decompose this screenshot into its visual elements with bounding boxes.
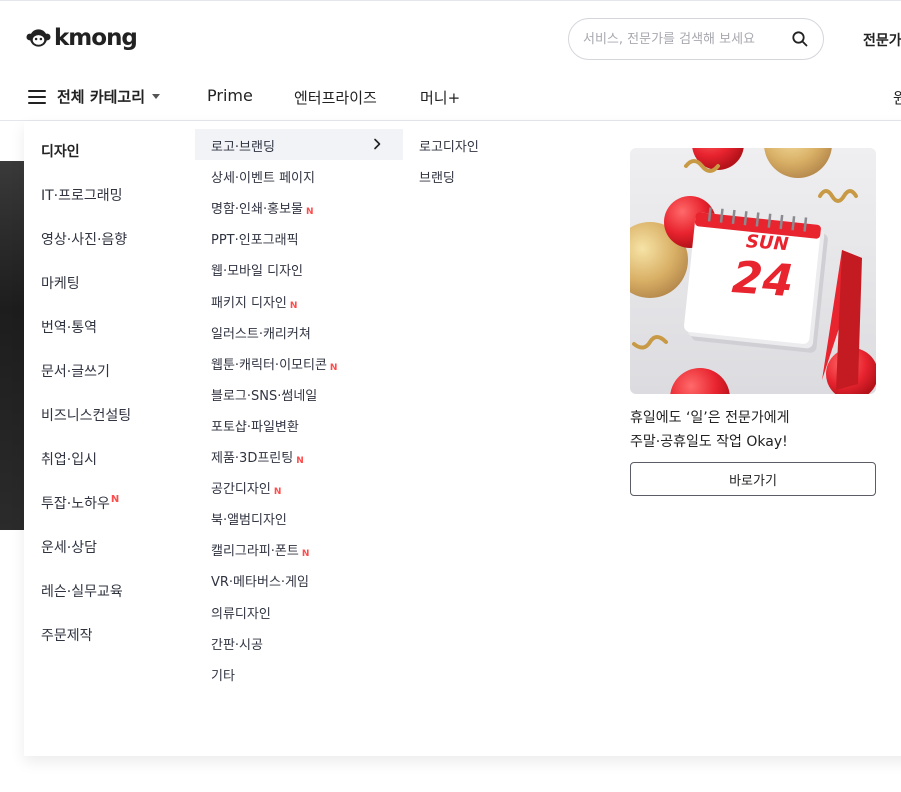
calendar-day-text: SUN [745, 231, 789, 255]
nav-money-plus[interactable]: 머니+ [420, 87, 460, 108]
subsubcategory-item[interactable]: 브랜딩 [419, 167, 455, 186]
category-item[interactable]: 운세·상담 [41, 537, 97, 557]
promo-headline-2: 주말·공휴일도 작업 Okay! [630, 434, 788, 450]
new-badge: N [296, 456, 304, 466]
subcategory-label: 블로그·SNS·썸네일 [211, 388, 318, 404]
category-item[interactable]: 비즈니스컨설팅 [41, 405, 131, 425]
category-item[interactable]: 레슨·실무교육 [41, 581, 123, 601]
main-nav: 전체 카테고리 Prime 엔터프라이즈 머니+ 원 [0, 78, 901, 116]
category-item[interactable]: 투잡·노하우N [41, 493, 119, 513]
new-badge: N [301, 549, 310, 560]
category-label: 취업·입시 [41, 452, 97, 468]
subcategory-item[interactable]: 북·앨범디자인 [211, 509, 287, 528]
subcategory-label: 웹·모바일 디자인 [211, 264, 303, 280]
subcategory-item[interactable]: VR·메타버스·게임 [211, 571, 309, 590]
category-label: 마케팅 [41, 276, 80, 292]
new-badge: N [273, 487, 282, 498]
subcategory-label: 간판·시공 [211, 637, 263, 653]
category-item[interactable]: 문서·글쓰기 [41, 361, 110, 381]
subcategory-item[interactable]: 캘리그라피·폰트 N [211, 540, 309, 559]
subcategory-label: 제품·3D프린팅 [211, 451, 294, 466]
subcategory-item[interactable]: 기타 [211, 665, 235, 684]
subcategory-label: 공간디자인 [211, 482, 271, 498]
new-badge: N [110, 494, 120, 505]
subcategory-label: 기타 [211, 668, 235, 684]
nav-prime[interactable]: Prime [207, 86, 253, 105]
subcategory-label: 웹툰·캐릭터·이모티콘 [211, 357, 327, 373]
all-categories-button[interactable]: 전체 카테고리 [28, 86, 161, 107]
kmong-logo[interactable]: kmong [26, 25, 138, 51]
subcategory-label: 로고·브랜딩 [211, 140, 275, 155]
subcategory-item[interactable]: 로고·브랜딩 [211, 136, 275, 155]
category-label: 번역·통역 [41, 320, 97, 336]
header-expert-link[interactable]: 전문가 [863, 30, 901, 50]
category-item[interactable]: 주문제작 [41, 625, 93, 645]
category-label: 디자인 [41, 144, 80, 160]
subcategory-item[interactable]: 웹·모바일 디자인 [211, 260, 303, 279]
calendar-illustration: SUN 24 [630, 148, 876, 394]
subcategory-item[interactable]: PPT·인포그래픽 [211, 229, 299, 248]
search-box[interactable] [568, 18, 824, 60]
search-input[interactable] [583, 30, 783, 48]
subcategory-label: 포토샵·파일변환 [211, 419, 299, 435]
subcategory-item[interactable]: 명함·인쇄·홍보물 N [211, 198, 314, 217]
all-categories-label: 전체 카테고리 [57, 88, 146, 106]
category-label: 문서·글쓰기 [41, 364, 110, 380]
subcategory-item[interactable]: 블로그·SNS·썸네일 [211, 385, 317, 404]
calendar-date-text: 24 [730, 252, 795, 307]
promo-headline-1: 휴일에도 ‘일’은 전문가에게 [630, 410, 790, 426]
new-badge: N [306, 207, 314, 218]
subcategory-label: 패키지 디자인 [211, 295, 287, 311]
top-divider [0, 0, 901, 1]
category-label: IT·프로그래밍 [41, 188, 123, 204]
subcategory-item[interactable]: 제품·3D프린팅 N [211, 447, 304, 466]
category-label: 운세·상담 [41, 540, 97, 556]
subcategory-label: 북·앨범디자인 [211, 513, 287, 529]
hamburger-icon [28, 89, 46, 104]
subcategory-item[interactable]: 상세·이벤트 페이지 [211, 167, 315, 186]
subcategory-item[interactable]: 일러스트·캐리커쳐 [211, 323, 311, 342]
nav-enterprise[interactable]: 엔터프라이즈 [294, 87, 377, 108]
category-label: 투잡·노하우 [41, 496, 110, 512]
subcategory-label: VR·메타버스·게임 [211, 575, 309, 591]
subcategory-label: 일러스트·캐리커쳐 [211, 326, 311, 342]
subcategory-label: 명함·인쇄·홍보물 [211, 202, 303, 218]
category-item[interactable]: 디자인 [41, 141, 80, 161]
subsubcategory-item[interactable]: 로고디자인 [419, 136, 479, 155]
promo-go-button[interactable]: 바로가기 [630, 462, 876, 496]
caret-down-icon [152, 94, 161, 99]
subcategory-label: PPT·인포그래픽 [211, 233, 299, 249]
category-item[interactable]: 번역·통역 [41, 317, 97, 337]
logo-text: kmong [54, 25, 138, 51]
subcategory-item[interactable]: 간판·시공 [211, 634, 263, 653]
monkey-logo-icon [26, 29, 51, 47]
new-badge: N [289, 300, 298, 311]
subcategory-label: 상세·이벤트 페이지 [211, 171, 315, 187]
subcategory-label: 의류디자인 [211, 606, 271, 622]
category-label: 영상·사진·음향 [41, 232, 128, 248]
category-label: 레슨·실무교육 [41, 584, 123, 600]
subcategory-item[interactable]: 패키지 디자인 N [211, 292, 297, 311]
category-label: 비즈니스컨설팅 [41, 408, 132, 424]
subcategory-item[interactable]: 포토샵·파일변환 [211, 416, 299, 435]
category-item[interactable]: 영상·사진·음향 [41, 229, 127, 249]
category-item[interactable]: 취업·입시 [41, 449, 97, 469]
new-badge: N [329, 362, 338, 373]
subcategory-item[interactable]: 의류디자인 [211, 603, 271, 622]
promo-banner-image[interactable]: SUN 24 [630, 148, 876, 394]
nav-cut-link[interactable]: 원 [893, 87, 901, 108]
category-label: 주문제작 [41, 628, 93, 644]
category-item[interactable]: IT·프로그래밍 [41, 185, 123, 205]
category-item[interactable]: 마케팅 [41, 273, 80, 293]
chevron-right-icon [374, 138, 381, 150]
subcategory-label: 캘리그라피·폰트 [211, 544, 299, 560]
subcategory-item[interactable]: 웹툰·캐릭터·이모티콘 N [211, 354, 337, 373]
search-icon[interactable] [791, 30, 809, 48]
subcategory-item[interactable]: 공간디자인 N [211, 478, 281, 497]
